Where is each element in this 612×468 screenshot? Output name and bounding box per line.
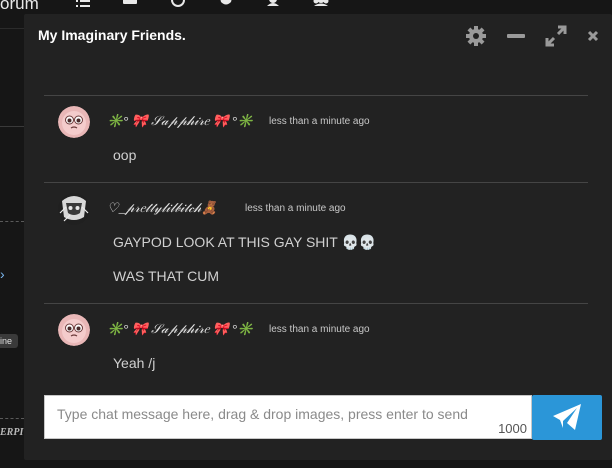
message-timestamp: less than a minute ago [245,203,346,214]
message-username[interactable]: ✳️° 🎀 𝒮𝒶𝓅𝓅𝒽𝒾𝓇𝑒 🎀 °✳️ [107,321,253,337]
chevron-right-icon[interactable]: › [0,266,5,282]
message-text: GAYPOD LOOK AT THIS GAY SHIT 💀💀 [113,234,377,250]
list-icon[interactable] [75,0,91,8]
chat-message: ♡_𝓅𝓇𝑒𝓉𝓉𝓎𝓁𝒾𝓁𝒷𝒾𝓉𝒸𝒽🧸 less than a minute ago… [44,182,588,302]
inbox-icon[interactable] [122,0,138,8]
character-counter: 1000 [498,421,527,436]
background-divider [0,126,24,127]
avatar[interactable] [58,314,90,346]
expand-icon[interactable] [544,25,568,47]
message-timestamp: less than a minute ago [269,324,370,335]
user-icon[interactable] [265,0,281,8]
chat-composer[interactable]: 1000 [44,395,532,439]
status-badge: line [0,334,18,348]
chat-message: ✳️° 🎀 𝒮𝒶𝓅𝓅𝒽𝒾𝓇𝑒 🎀 °✳️ less than a minute … [44,303,588,396]
forum-brand[interactable]: orum [0,0,39,14]
shield-icon[interactable] [218,0,234,8]
minimize-icon[interactable] [504,25,528,47]
chat-title: My Imaginary Friends. [38,27,186,43]
send-button[interactable] [532,395,602,440]
message-text: WAS THAT CUM [113,268,220,284]
chat-header[interactable]: My Imaginary Friends. [24,14,612,58]
message-timestamp: less than a minute ago [269,116,370,127]
clock-icon[interactable] [170,0,186,8]
background-text: ERPI [0,427,24,438]
message-username[interactable]: ✳️° 🎀 𝒮𝒶𝓅𝓅𝒽𝒾𝓇𝑒 🎀 °✳️ [107,113,253,129]
chat-modal: My Imaginary Friends. ✳️° 🎀 𝒮𝒶𝓅𝓅𝒽𝒾𝓇𝑒 🎀 °… [24,14,612,460]
users-icon[interactable] [313,0,329,8]
chat-message: ✳️° 🎀 𝒮𝒶𝓅𝓅𝒽𝒾𝓇𝑒 🎀 °✳️ less than a minute … [44,95,588,182]
gear-icon[interactable] [464,25,488,47]
close-icon[interactable] [581,25,605,47]
message-username[interactable]: ♡_𝓅𝓇𝑒𝓉𝓉𝓎𝓁𝒾𝓁𝒷𝒾𝓉𝒸𝒽🧸 [107,200,217,216]
message-text: oop [113,147,137,163]
avatar[interactable] [58,193,90,225]
background-divider [0,221,24,222]
chat-message-input[interactable] [45,396,531,438]
message-text: Yeah /j [113,355,156,371]
message-list[interactable]: ✳️° 🎀 𝒮𝒶𝓅𝓅𝒽𝒾𝓇𝑒 🎀 °✳️ less than a minute … [44,66,588,396]
background-divider [0,418,24,419]
avatar[interactable] [58,106,90,138]
